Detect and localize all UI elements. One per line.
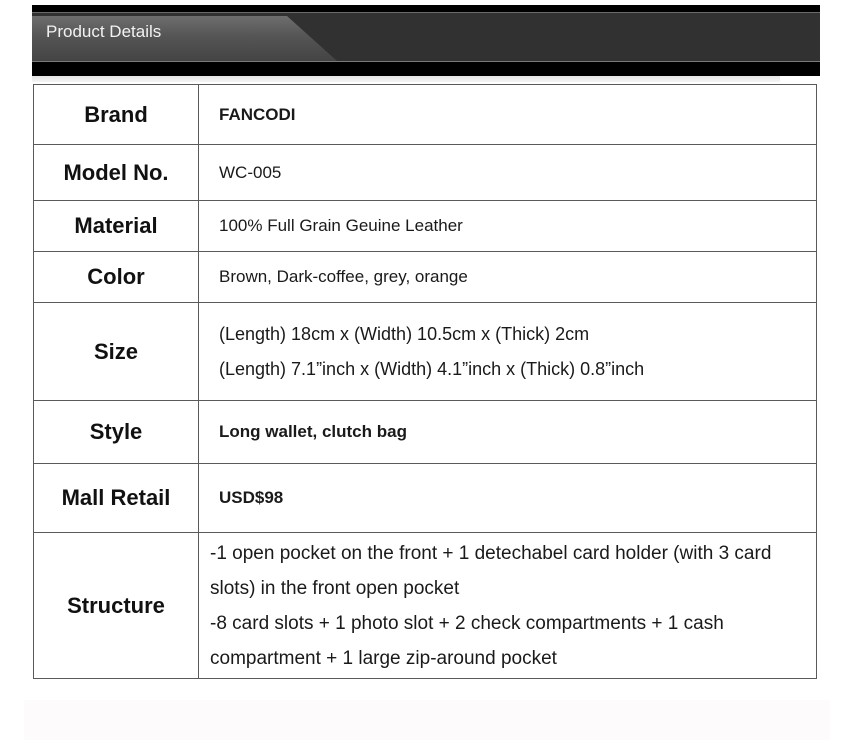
product-details-banner: Product Details [32,5,820,76]
footer-fade [24,700,830,740]
banner-shadow [32,76,780,82]
spec-label: Style [33,400,199,464]
spec-row-structure: Structure -1 open pocket on the front + … [33,532,817,679]
spec-row-model: Model No. WC-005 [33,144,817,201]
spec-value-color: Brown, Dark-coffee, grey, orange [198,251,817,303]
spec-value-structure: -1 open pocket on the front + 1 detechab… [198,532,817,679]
spec-label: Brand [33,84,199,145]
spec-label: Size [33,302,199,401]
spec-label: Model No. [33,144,199,201]
size-line-cm: (Length) 18cm x (Width) 10.5cm x (Thick)… [219,323,590,344]
spec-row-brand: Brand FANCODI [33,84,817,145]
product-specs-table: Brand FANCODI Model No. WC-005 Material … [33,84,817,679]
spec-value-size: (Length) 18cm x (Width) 10.5cm x (Thick)… [198,302,817,401]
spec-row-color: Color Brown, Dark-coffee, grey, orange [33,251,817,303]
banner-bar: Product Details [32,12,820,62]
spec-value-style: Long wallet, clutch bag [198,400,817,464]
spec-value-brand: FANCODI [198,84,817,145]
spec-label: Color [33,251,199,303]
spec-value-material: 100% Full Grain Geuine Leather [198,200,817,252]
spec-value-model: WC-005 [198,144,817,201]
size-line-inch: (Length) 7.1”inch x (Width) 4.1”inch x (… [219,358,645,379]
spec-value-mall-retail: USD$98 [198,463,817,533]
spec-row-material: Material 100% Full Grain Geuine Leather [33,200,817,252]
spec-row-mall-retail: Mall Retail USD$98 [33,463,817,533]
spec-row-style: Style Long wallet, clutch bag [33,400,817,464]
spec-label: Mall Retail [33,463,199,533]
spec-row-size: Size (Length) 18cm x (Width) 10.5cm x (T… [33,302,817,401]
banner-title: Product Details [46,22,162,41]
structure-line: -1 open pocket on the front + 1 detechab… [210,542,772,599]
spec-label: Material [33,200,199,252]
spec-label: Structure [33,532,199,679]
structure-line: -8 card slots + 1 photo slot + 2 check c… [210,612,724,669]
